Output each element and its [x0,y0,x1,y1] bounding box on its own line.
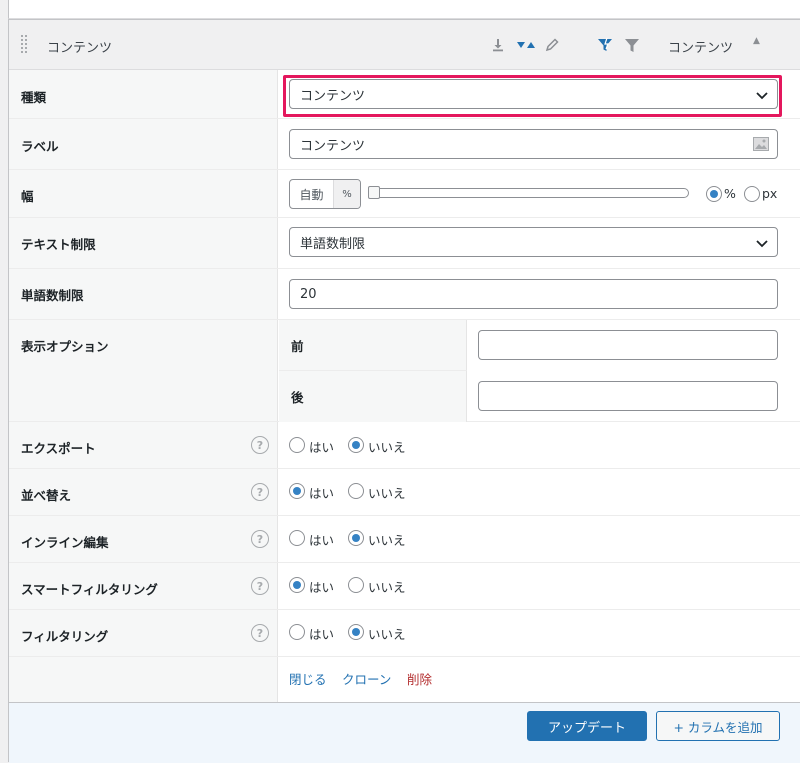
inline-edit-label: インライン編集 [21,535,109,550]
word-limit-input[interactable]: 20 [289,279,778,309]
edit-icon [543,35,561,55]
chevron-down-icon [756,240,768,248]
drag-handle-icon[interactable] [21,35,29,55]
row-width: 幅 自動 % % px [9,170,800,218]
width-value[interactable]: 自動 [290,180,333,208]
export-label: エクスポート [21,441,96,456]
add-column-button[interactable]: + カラムを追加 [656,711,780,741]
width-input[interactable]: 自動 % [289,179,361,209]
row-export: エクスポート ? はい いいえ [9,422,800,469]
column-settings-panel: コンテンツ コンテンツ ▲ 種類 コンテンツ ラベル コンテンツ 幅 自動 % … [8,19,800,763]
update-button[interactable]: アップデート [527,711,647,741]
width-unit: % [333,180,360,208]
delete-link[interactable]: 削除 [407,669,432,688]
filter-yes-label: はい [309,627,335,642]
width-label: 幅 [21,189,34,204]
sort-yes-label: はい [309,486,335,501]
export-no-radio[interactable] [348,437,364,453]
before-label: 前 [291,339,304,354]
help-icon[interactable]: ? [251,483,269,501]
text-limit-value: 単語数制限 [300,236,366,252]
type-select-highlight [283,75,782,117]
after-label: 後 [291,390,304,405]
sort-no-radio[interactable] [348,483,364,499]
export-yes-radio[interactable] [289,437,305,453]
row-word-limit: 単語数制限 20 [9,269,800,320]
download-icon [489,35,507,55]
image-icon[interactable] [753,137,769,151]
display-options-label: 表示オプション [21,339,109,354]
width-slider-handle[interactable] [368,186,380,199]
column-title[interactable]: コンテンツ [47,37,112,56]
help-icon[interactable]: ? [251,530,269,548]
previous-column-strip [8,0,800,19]
smart-filter-label: スマートフィルタリング [21,582,158,597]
inline-edit-no-radio[interactable] [348,530,364,546]
row-display-options: 表示オプション 前 後 [9,320,800,422]
before-input[interactable] [478,330,778,360]
width-slider-track[interactable] [371,188,689,198]
text-limit-select[interactable]: 単語数制限 [289,227,778,257]
width-unit-px-radio[interactable] [744,186,760,202]
smart-filter-icon [596,35,614,55]
width-unit-percent-radio[interactable] [706,186,722,202]
filter-icon [623,35,641,55]
inline-edit-yes-radio[interactable] [289,530,305,546]
export-yes-label: はい [309,440,335,455]
label-input-value: コンテンツ [300,138,366,154]
after-input[interactable] [478,381,778,411]
filter-no-label: いいえ [368,627,406,642]
row-sort: 並べ替え ? はい いいえ [9,469,800,516]
close-link[interactable]: 閉じる [289,669,327,688]
word-limit-value: 20 [300,286,317,302]
sort-yes-radio[interactable] [289,483,305,499]
smart-filter-no-radio[interactable] [348,577,364,593]
filter-label: フィルタリング [21,629,109,644]
export-no-label: いいえ [368,440,406,455]
row-filter: フィルタリング ? はい いいえ [9,610,800,657]
column-header[interactable]: コンテンツ コンテンツ ▲ [9,20,800,70]
sort-no-label: いいえ [368,486,406,501]
clone-link[interactable]: クローン [342,669,391,688]
sort-label: 並べ替え [21,488,72,503]
width-unit-px-label: px [762,186,778,201]
label-label: ラベル [21,139,59,154]
help-icon[interactable]: ? [251,577,269,595]
type-label: 種類 [21,90,47,105]
smart-filter-yes-label: はい [309,580,335,595]
smart-filter-yes-radio[interactable] [289,577,305,593]
label-input[interactable]: コンテンツ [289,129,778,159]
footer-bar: アップデート + カラムを追加 [9,702,800,763]
inline-edit-no-label: いいえ [368,533,406,548]
help-icon[interactable]: ? [251,436,269,454]
row-smart-filter: スマートフィルタリング ? はい いいえ [9,563,800,610]
width-unit-percent-label: % [724,186,736,201]
filter-no-radio[interactable] [348,624,364,640]
inline-edit-yes-label: はい [309,533,335,548]
collapse-arrow-icon[interactable]: ▲ [753,36,760,46]
row-actions [9,657,800,702]
filter-yes-radio[interactable] [289,624,305,640]
text-limit-label: テキスト制限 [21,237,96,252]
sort-icon [515,35,537,55]
column-type-name: コンテンツ [668,41,734,56]
row-inline-edit: インライン編集 ? はい いいえ [9,516,800,563]
smart-filter-no-label: いいえ [368,580,406,595]
help-icon[interactable]: ? [251,624,269,642]
row-label: ラベル コンテンツ [9,119,800,170]
word-limit-label: 単語数制限 [21,288,84,303]
row-text-limit: テキスト制限 単語数制限 [9,218,800,269]
